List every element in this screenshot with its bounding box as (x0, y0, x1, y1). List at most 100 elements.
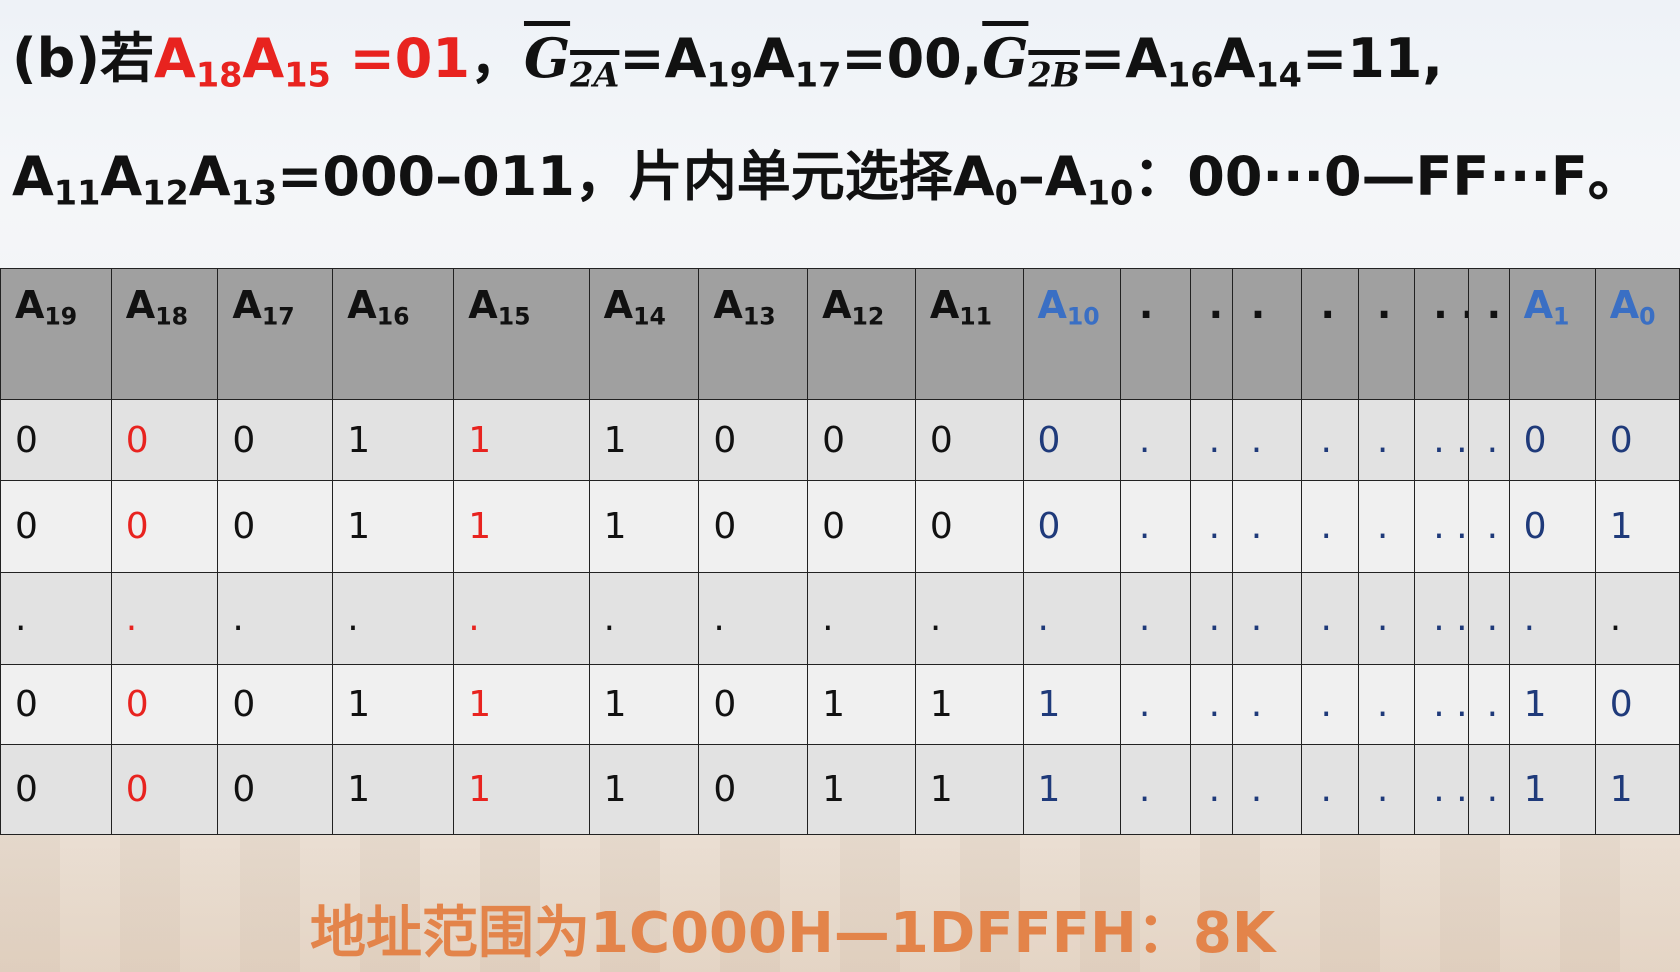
table-cell: . . (1189, 399, 1233, 481)
table-cell: . (1119, 399, 1191, 481)
table-cell: 1 (332, 480, 455, 573)
table-cell: 1 (807, 664, 916, 745)
g2b-signal: G2B (982, 26, 1080, 95)
table-cell: 0 (698, 744, 809, 835)
table-row: 0001110000.. ..... ..01 (0, 480, 1680, 573)
column-header: A18 (110, 268, 219, 400)
table-cell: 0 (217, 399, 334, 481)
table-cell: . (698, 572, 809, 665)
table-cell: . (1357, 480, 1416, 573)
table-cell: . (1357, 399, 1416, 481)
table-cell: 0 (1594, 399, 1680, 481)
table-cell: . (1231, 664, 1303, 745)
table-row: 0001110111.. ..... ..10 (0, 664, 1680, 745)
table-cell: . (332, 572, 455, 665)
column-header: . . (1414, 268, 1469, 400)
table-cell: . (1467, 744, 1510, 835)
table-cell: . (0, 572, 112, 665)
table-cell: 1 (453, 664, 590, 745)
table-cell: 0 (1508, 480, 1596, 573)
address-bit-table: A19A18A17A16A15A14A13A12A11A10.. ..... .… (0, 268, 1680, 835)
table-cell: 0 (110, 399, 219, 481)
table-cell: . (1231, 744, 1303, 835)
table-cell: 0 (698, 664, 809, 745)
table-cell: . (1467, 480, 1510, 573)
column-header: A12 (807, 268, 916, 400)
table-cell: 0 (914, 480, 1024, 573)
table-cell: 1 (1594, 744, 1680, 835)
column-header: A14 (588, 268, 700, 400)
part-label: (b)若 (12, 27, 155, 90)
column-header: A16 (332, 268, 455, 400)
table-cell: . (1301, 744, 1359, 835)
table-cell: . (453, 572, 590, 665)
table-cell: . (1467, 572, 1510, 665)
table-body: 0001110000.. ..... ..000001110000.. ....… (0, 399, 1680, 835)
table-cell: . (1301, 664, 1359, 745)
table-cell: . (1119, 572, 1191, 665)
table-cell: 1 (332, 664, 455, 745)
table-cell: . (1594, 572, 1680, 665)
table-cell: . (807, 572, 916, 665)
table-cell: . (217, 572, 334, 665)
table-cell: 0 (217, 480, 334, 573)
table-cell: 1 (1022, 744, 1121, 835)
table-cell: . (1467, 664, 1510, 745)
column-header: A1 (1508, 268, 1596, 400)
table-cell: 0 (0, 480, 112, 573)
table-cell: . (1022, 572, 1121, 665)
table-cell: 0 (0, 744, 112, 835)
table-cell: . . (1189, 664, 1233, 745)
address-range-result: 地址范围为1C000H—1DFFFH：8K (310, 901, 1276, 966)
table-cell: . . (1414, 744, 1469, 835)
table-cell: 0 (698, 480, 809, 573)
table-cell: 0 (0, 664, 112, 745)
condition-line-2: A11A12A13=000–011，片内单元选择A0–A10：00···0—FF… (12, 145, 1642, 213)
g2a-signal: G2A (523, 26, 620, 95)
column-header: A13 (698, 268, 809, 400)
table-cell: . (1119, 480, 1191, 573)
table-cell: . . (1189, 572, 1233, 665)
table-cell: 1 (453, 399, 590, 481)
table-cell: . . (1189, 480, 1233, 573)
table-cell: 1 (588, 480, 700, 573)
table-cell: . (1301, 399, 1359, 481)
table-cell: 1 (914, 744, 1024, 835)
column-header: A0 (1594, 268, 1680, 400)
table-cell: . . (1414, 572, 1469, 665)
table-cell: . (1231, 572, 1303, 665)
table-cell: 1 (807, 744, 916, 835)
table-cell: 1 (453, 744, 590, 835)
table-cell: . . (1414, 399, 1469, 481)
column-header: A11 (914, 268, 1024, 400)
table-cell: 0 (217, 744, 334, 835)
table-cell: 0 (807, 480, 916, 573)
table-cell: 0 (110, 744, 219, 835)
table-cell: . (588, 572, 700, 665)
table-cell: 0 (1022, 399, 1121, 481)
table-cell: . (1119, 664, 1191, 745)
table-cell: . . (1189, 744, 1233, 835)
table-cell: . (1357, 744, 1416, 835)
table-cell: 0 (807, 399, 916, 481)
table-cell: . . (1414, 664, 1469, 745)
table-cell: 0 (1508, 399, 1596, 481)
table-cell: 0 (110, 664, 219, 745)
table-cell: . (110, 572, 219, 665)
table-header-row: A19A18A17A16A15A14A13A12A11A10.. ..... .… (0, 268, 1680, 400)
table-row: 0001110111.. ..... ..11 (0, 744, 1680, 835)
column-header: . . (1189, 268, 1233, 400)
table-cell: 1 (453, 480, 590, 573)
table-cell: 1 (332, 744, 455, 835)
table-cell: 0 (698, 399, 809, 481)
column-header: . (1119, 268, 1191, 400)
table-cell: 1 (1508, 744, 1596, 835)
table-cell: . (1508, 572, 1596, 665)
column-header: A17 (217, 268, 334, 400)
table-cell: . (1231, 399, 1303, 481)
condition-line-1: (b)若A18A15 =01，G2A=A19A17=00,G2B=A16A14=… (12, 26, 1443, 95)
table-cell: . (1231, 480, 1303, 573)
table-cell: . (1119, 744, 1191, 835)
column-header: . (1467, 268, 1510, 400)
table-row: 0001110000.. ..... ..00 (0, 399, 1680, 481)
